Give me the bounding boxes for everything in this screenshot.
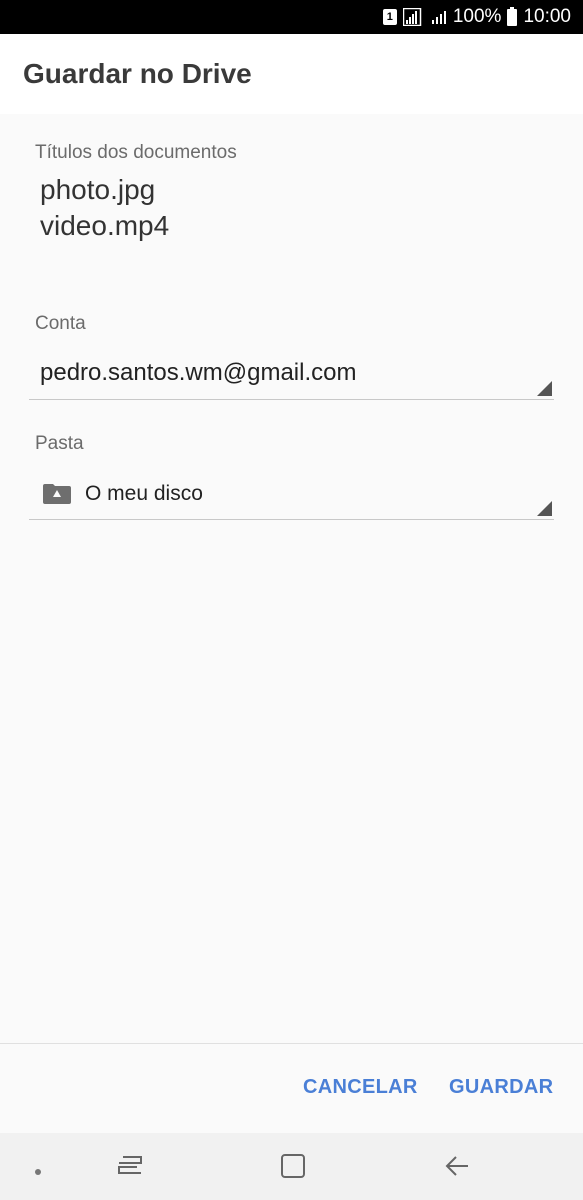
- battery-percent: 100%: [452, 6, 502, 27]
- dropdown-arrow-icon: [537, 501, 552, 516]
- cancel-button[interactable]: CANCELAR: [303, 1076, 418, 1099]
- account-label: Conta: [35, 313, 86, 334]
- dot-icon[interactable]: [34, 1163, 42, 1181]
- clock: 10:00: [523, 6, 571, 27]
- status-bar: 1 100% 10:00: [0, 0, 583, 34]
- page-title: Guardar no Drive: [23, 58, 252, 89]
- document-title-1[interactable]: photo.jpg: [40, 174, 155, 206]
- save-form: Títulos dos documentos photo.jpg video.m…: [0, 114, 583, 1044]
- documents-label: Títulos dos documentos: [35, 142, 237, 163]
- recent-apps-icon[interactable]: [117, 1153, 143, 1182]
- signal-icon: [402, 8, 425, 26]
- footer-divider: [0, 1043, 583, 1044]
- signal-strength-icon: [431, 9, 447, 25]
- folder-label: Pasta: [35, 433, 84, 454]
- account-value: pedro.santos.wm@gmail.com: [40, 359, 357, 386]
- back-icon[interactable]: [444, 1153, 470, 1184]
- document-title-2[interactable]: video.mp4: [40, 210, 169, 242]
- dropdown-arrow-icon: [537, 381, 552, 396]
- home-icon[interactable]: [280, 1153, 306, 1184]
- drive-folder-icon: [43, 484, 71, 504]
- folder-value: O meu disco: [85, 482, 203, 505]
- sim-icon: 1: [382, 9, 397, 25]
- battery-icon: [507, 6, 518, 26]
- folder-dropdown[interactable]: O meu disco: [29, 467, 554, 520]
- save-button[interactable]: GUARDAR: [449, 1076, 553, 1099]
- account-dropdown[interactable]: pedro.santos.wm@gmail.com: [29, 347, 554, 400]
- navigation-bar: [0, 1133, 583, 1200]
- app-header: Guardar no Drive: [0, 34, 583, 114]
